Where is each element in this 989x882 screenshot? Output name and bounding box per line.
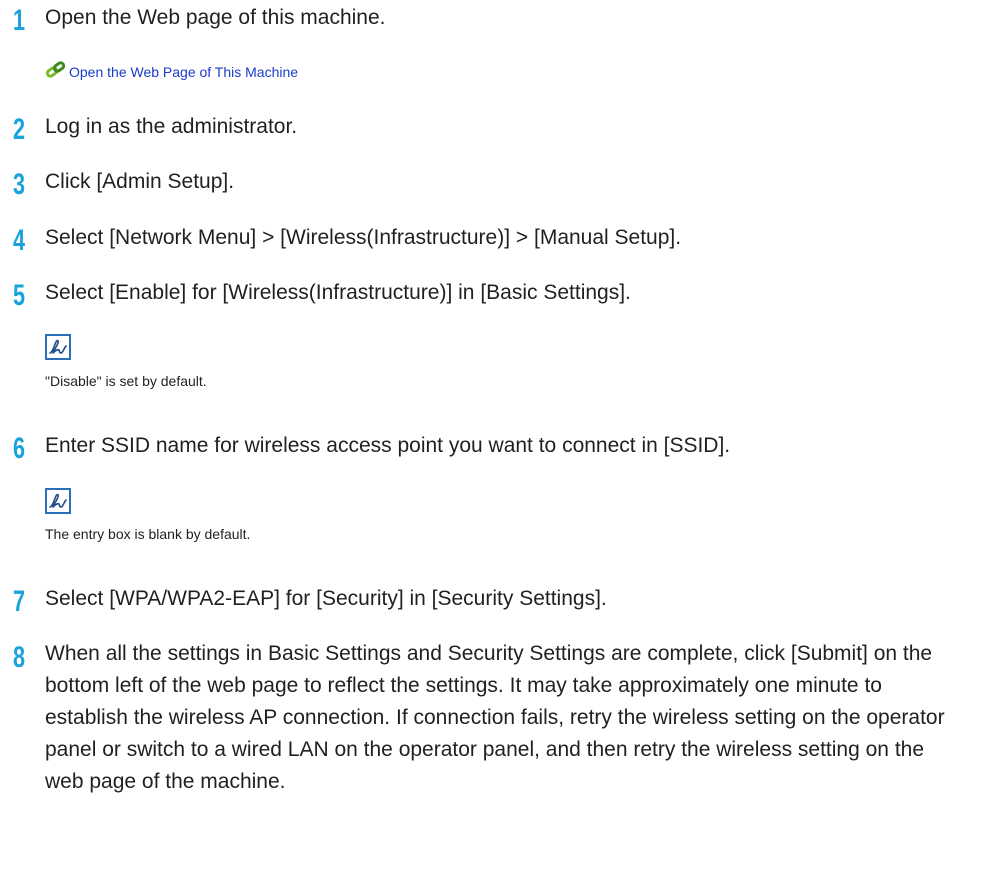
step-number: 2 (12, 113, 26, 146)
step-text: Select [WPA/WPA2-EAP] for [Security] in … (45, 587, 607, 610)
step-number: 4 (12, 224, 26, 257)
memo-pen-icon (45, 334, 71, 360)
step-number: 5 (12, 279, 26, 312)
chain-link-icon (45, 61, 67, 82)
step-text: Click [Admin Setup]. (45, 170, 235, 193)
step-text: Open the Web page of this machine. (45, 6, 386, 29)
step-5-note: "Disable" is set by default. (45, 373, 207, 389)
step-text: When all the settings in Basic Settings … (45, 642, 945, 793)
link-label: Open the Web Page of This Machine (69, 63, 299, 80)
step-number: 7 (12, 585, 26, 618)
step-number: 1 (12, 4, 26, 37)
step-6-note: The entry box is blank by default. (45, 526, 251, 542)
step-text: Select [Enable] for [Wireless(Infrastruc… (45, 281, 631, 304)
step-text: Log in as the administrator. (45, 115, 298, 138)
open-web-page-link[interactable]: Open the Web Page of This Machine (45, 61, 298, 82)
step-text: Select [Network Menu] > [Wireless(Infras… (45, 226, 682, 249)
step-text: Enter SSID name for wireless access poin… (45, 434, 731, 457)
step-number: 8 (12, 641, 26, 674)
step-number: 3 (12, 168, 26, 201)
memo-pen-icon (45, 488, 71, 514)
step-number: 6 (12, 432, 26, 465)
